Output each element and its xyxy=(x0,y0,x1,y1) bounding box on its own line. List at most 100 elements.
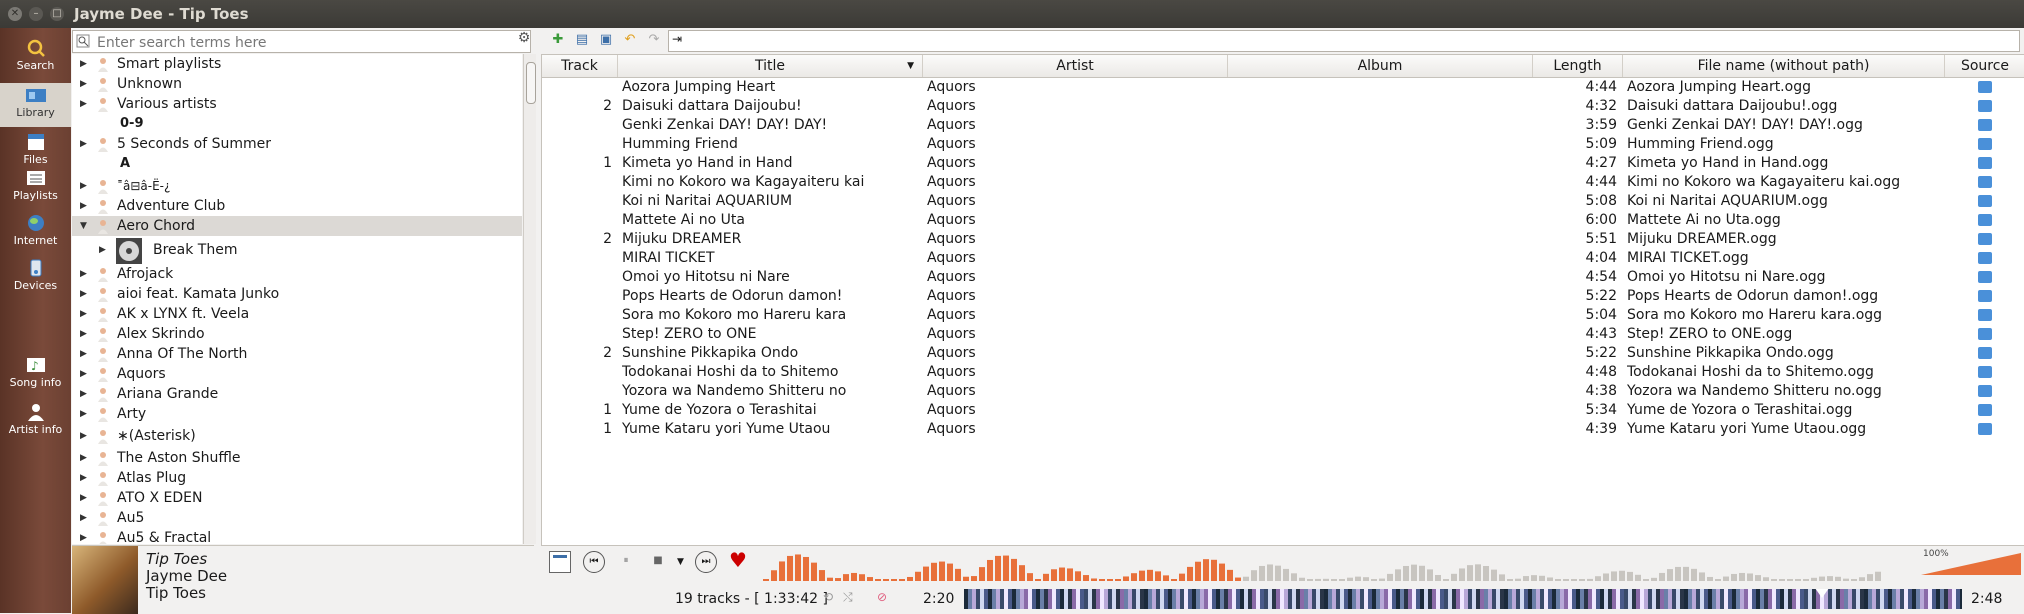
table-row[interactable]: MIRAI TICKET Aquors 4:04 MIRAI TICKET.ogg xyxy=(542,249,2024,268)
volume-slider[interactable]: 100% xyxy=(1921,549,2021,575)
new-playlist-button[interactable]: ✚ xyxy=(549,31,567,49)
expand-arrow-icon[interactable]: ▶ xyxy=(80,426,90,446)
stop-button[interactable]: ■ xyxy=(647,551,669,573)
scrollbar-thumb[interactable] xyxy=(526,62,536,104)
album-art[interactable] xyxy=(72,546,138,614)
search-input[interactable] xyxy=(95,31,519,54)
analyzer-bar xyxy=(1467,565,1473,581)
previous-button[interactable]: ⏮ xyxy=(583,551,605,573)
love-heart-icon[interactable]: ♥ xyxy=(729,548,747,572)
column-header-artist[interactable]: Artist xyxy=(923,55,1228,77)
table-row[interactable]: 1 Yume Kataru yori Yume Utaou Aquors 4:39 Yu… xyxy=(542,420,2024,439)
moodbar-segment xyxy=(1912,589,1916,609)
table-row[interactable]: 1 Yume de Yozora o Terashitai Aquors 5:34 Yu… xyxy=(542,401,2024,420)
moodbar-segment xyxy=(1228,589,1232,609)
column-header-track[interactable]: Track xyxy=(542,55,618,77)
table-row[interactable]: Genki Zenkai DAY! DAY! DAY! Aquors 3:59 Gen… xyxy=(542,116,2024,135)
table-row[interactable]: Mattete Ai no Uta Aquors 6:00 Mattete Ai no… xyxy=(542,211,2024,230)
moodbar-segment xyxy=(1884,589,1888,609)
tab-playlists[interactable]: Playlists xyxy=(0,166,71,210)
table-row[interactable]: Pops Hearts de Odorun damon! Aquors 5:22 Po… xyxy=(542,287,2024,306)
expand-arrow-icon[interactable]: ▶ xyxy=(80,284,90,304)
expand-arrow-icon[interactable]: ▶ xyxy=(80,54,90,74)
analyzer-bar xyxy=(971,576,977,581)
undo-button[interactable]: ↶ xyxy=(621,31,639,49)
column-header-album[interactable]: Album xyxy=(1228,55,1533,77)
expand-arrow-icon[interactable]: ▶ xyxy=(80,304,90,324)
cell-length: 4:27 xyxy=(1585,155,1617,171)
cell-track: 1 xyxy=(603,421,612,437)
expand-arrow-icon[interactable]: ▶ xyxy=(80,404,90,424)
library-scrollbar[interactable] xyxy=(523,54,536,544)
column-header-label: Title xyxy=(754,58,785,74)
tree-item-selected[interactable]: ▼ Aero Chord xyxy=(72,216,522,236)
expand-arrow-icon[interactable]: ▶ xyxy=(80,468,90,488)
save-playlist-button[interactable]: ▣ xyxy=(597,31,615,49)
redo-button[interactable]: ↷ xyxy=(645,31,663,49)
expand-arrow-icon[interactable]: ▶ xyxy=(80,384,90,404)
close-window-button[interactable]: ✕ xyxy=(8,7,22,21)
expand-arrow-icon[interactable]: ▶ xyxy=(99,240,109,260)
column-header-filename[interactable]: File name (without path) xyxy=(1623,55,1945,77)
shuffle-icon[interactable]: ⤭ xyxy=(843,590,861,606)
column-header-title[interactable]: Title ▼ xyxy=(618,55,923,77)
expand-arrow-icon[interactable]: ▶ xyxy=(80,344,90,364)
expand-arrow-icon[interactable]: ▶ xyxy=(80,196,90,216)
table-row[interactable]: Todokanai Hoshi da to Shitemo Aquors 4:48 T… xyxy=(542,363,2024,382)
stop-dropdown-icon[interactable]: ▼ xyxy=(677,557,684,567)
library-source-icon xyxy=(1978,347,1992,359)
table-row[interactable]: 1 Kimeta yo Hand in Hand Aquors 4:27 Kimeta … xyxy=(542,154,2024,173)
tab-search[interactable]: Search xyxy=(0,36,71,80)
playlist-menu-button[interactable] xyxy=(549,551,571,573)
expand-arrow-icon[interactable]: ▶ xyxy=(80,324,90,344)
tab-devices[interactable]: Devices xyxy=(0,256,71,300)
table-row[interactable]: Aozora Jumping Heart Aquors 4:44 Aozora Jum… xyxy=(542,78,2024,97)
scrobble-icon[interactable]: ⊘ xyxy=(877,590,895,606)
minimize-window-button[interactable]: – xyxy=(29,7,43,21)
expand-arrow-icon[interactable]: ▶ xyxy=(80,264,90,284)
playlist-filter-input[interactable]: ⇥ xyxy=(668,30,2020,52)
table-row[interactable]: 2 Daisuki dattara Daijoubu! Aquors 4:32 Dais… xyxy=(542,97,2024,116)
maximize-window-button[interactable]: □ xyxy=(50,7,64,21)
load-playlist-button[interactable]: ▤ xyxy=(573,31,591,49)
moodbar-segment xyxy=(1288,589,1292,609)
spectrum-analyzer[interactable] xyxy=(763,545,1908,581)
table-row[interactable]: Sora mo Kokoro mo Hareru kara Aquors 5:04 S… xyxy=(542,306,2024,325)
table-row[interactable]: Humming Friend Aquors 5:09 Humming Friend.o… xyxy=(542,135,2024,154)
expand-arrow-icon[interactable]: ▶ xyxy=(80,488,90,508)
expand-arrow-icon[interactable]: ▶ xyxy=(80,528,90,544)
table-row[interactable]: 2 Sunshine Pikkapika Ondo Aquors 5:22 Sunshi… xyxy=(542,344,2024,363)
tab-song-info[interactable]: ♪ Song info xyxy=(0,353,71,397)
expand-arrow-icon[interactable]: ▶ xyxy=(80,364,90,384)
collapse-arrow-icon[interactable]: ▼ xyxy=(80,216,90,236)
tab-internet[interactable]: Internet xyxy=(0,211,71,255)
expand-arrow-icon[interactable]: ▶ xyxy=(80,74,90,94)
table-row[interactable]: 2 Mijuku DREAMER Aquors 5:51 Mijuku DREAMER.… xyxy=(542,230,2024,249)
table-row[interactable]: Omoi yo Hitotsu ni Nare Aquors 4:54 Omoi yo… xyxy=(542,268,2024,287)
expand-arrow-icon[interactable]: ▶ xyxy=(80,176,90,196)
expand-arrow-icon[interactable]: ▶ xyxy=(80,448,90,468)
expand-arrow-icon[interactable]: ▶ xyxy=(80,94,90,114)
tab-library[interactable]: Library xyxy=(0,83,71,127)
expand-arrow-icon[interactable]: ▶ xyxy=(80,508,90,528)
moodbar-segment xyxy=(1568,589,1572,609)
library-tree[interactable]: ▶ Smart playlists ▶ Unknown ▶ Various artis… xyxy=(72,54,522,544)
library-config-button[interactable]: ⚙ xyxy=(514,30,534,50)
seek-bar[interactable] xyxy=(964,589,1962,609)
table-row[interactable]: Koi ni Naritai AQUARIUM Aquors 5:08 Koi ni … xyxy=(542,192,2024,211)
next-button[interactable]: ⏭ xyxy=(695,551,717,573)
pause-button[interactable]: ⏸ xyxy=(615,551,637,573)
table-row[interactable]: Step! ZERO to ONE Aquors 4:43 Step! ZERO to… xyxy=(542,325,2024,344)
tab-artist-info[interactable]: Artist info xyxy=(0,400,71,444)
table-row[interactable]: Yozora wa Nandemo Shitteru no Aquors 4:38 Y… xyxy=(542,382,2024,401)
repeat-icon[interactable]: ⟲ xyxy=(823,590,841,606)
moodbar-segment xyxy=(1328,589,1332,609)
column-header-length[interactable]: Length xyxy=(1533,55,1623,77)
seek-handle[interactable] xyxy=(1815,589,1830,598)
playlist-table[interactable]: Track Title ▼ Artist Album Length File na… xyxy=(541,54,2024,546)
table-row[interactable]: Kimi no Kokoro wa Kagayaiteru kai Aquors 4… xyxy=(542,173,2024,192)
analyzer-bar xyxy=(1283,568,1289,581)
moodbar-segment xyxy=(1224,589,1228,609)
column-header-source[interactable]: Source xyxy=(1945,55,2024,77)
expand-arrow-icon[interactable]: ▶ xyxy=(80,134,90,154)
